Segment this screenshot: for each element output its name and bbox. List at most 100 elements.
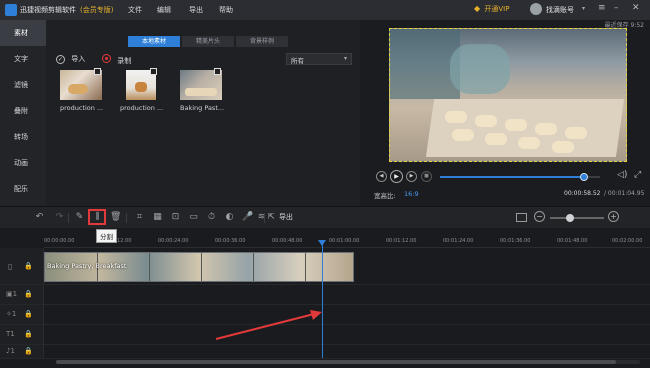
overlay-track-header: ▣1 🔒 (0, 285, 44, 304)
media-filter-select[interactable]: 所有 ▾ (286, 53, 352, 65)
app-logo-icon (5, 4, 17, 16)
speed-icon[interactable]: ⏱ (206, 212, 217, 223)
filter-track-header: ✧1 🔒 (0, 305, 44, 324)
video-track-icon: ▯ (8, 262, 13, 271)
volume-icon[interactable]: ◁) (617, 170, 627, 180)
import-icon: ✓ (56, 55, 65, 64)
aspect-ratio-value[interactable]: 16:9 (404, 190, 419, 198)
preview-video[interactable] (389, 28, 627, 162)
app-title: 迅捷视频剪辑软件 (20, 6, 76, 14)
delete-icon[interactable]: 🗑 (110, 212, 121, 223)
time-current: 00:00:58.52 (564, 190, 601, 197)
menu-file[interactable]: 文件 (128, 5, 142, 15)
toolbar-divider (68, 213, 69, 223)
music-track-icon: ♪1 (6, 347, 15, 355)
tab-intros[interactable]: 精美片头 (182, 36, 234, 47)
record-label: 录制 (117, 57, 132, 65)
crop-icon[interactable]: ⌗ (134, 212, 145, 223)
overlay-track-icon: ▣1 (6, 290, 18, 298)
fit-timeline-icon[interactable] (516, 213, 527, 222)
sidebar-item-text[interactable]: 文字 (0, 46, 46, 72)
tab-backgrounds[interactable]: 背景样例 (236, 36, 288, 47)
audio-adjust-icon[interactable]: ≋ (256, 212, 267, 223)
timeline-ruler[interactable]: 00:00:00.00 00:00:12.00 00:00:24.00 00:0… (44, 228, 650, 248)
sidebar-item-animation[interactable]: 动画 (0, 150, 46, 176)
media-item-badge-icon (150, 68, 157, 75)
timeline-zoom-handle[interactable] (566, 214, 574, 222)
vip-label: 开通VIP (484, 5, 510, 13)
color-icon[interactable]: ◐ (224, 212, 235, 223)
playhead-handle[interactable] (318, 240, 326, 246)
video-track: ▯ 🔒 Baking Pastry, Breakfast (0, 248, 650, 285)
stop-button[interactable]: ■ (421, 171, 432, 182)
time-total: / 00:01:04.95 (604, 190, 645, 197)
menu-export[interactable]: 导出 (189, 5, 203, 15)
zoom-in-icon[interactable]: + (608, 211, 619, 222)
lock-icon[interactable]: 🔒 (24, 310, 33, 318)
video-clip[interactable]: Baking Pastry, Breakfast (44, 252, 354, 282)
play-button[interactable]: ▶ (390, 170, 403, 183)
playback-progress-track[interactable] (440, 173, 600, 181)
record-button[interactable]: 录制 (102, 54, 131, 65)
fullscreen-icon[interactable]: ⤢ (634, 170, 641, 180)
prev-frame-button[interactable]: ◀ (376, 171, 387, 182)
settings-icon[interactable]: ≡ (598, 3, 606, 13)
menu-edit[interactable]: 编辑 (157, 5, 171, 15)
redo-icon[interactable]: ↷ (54, 212, 65, 223)
zoom-out-icon[interactable]: − (534, 211, 545, 222)
filter-track-icon: ✧1 (6, 310, 17, 318)
timeline-scrollbar[interactable] (56, 360, 640, 364)
undo-icon[interactable]: ↶ (34, 212, 45, 223)
microphone-icon[interactable]: 🎤 (242, 212, 253, 223)
minimize-icon[interactable]: – (614, 3, 619, 13)
toolbar-divider (264, 213, 265, 223)
sidebar-item-material[interactable]: 素材 (0, 20, 46, 46)
account-label[interactable]: 找滴账号 (546, 5, 574, 15)
timeline-scrollbar-thumb[interactable] (56, 360, 616, 364)
close-icon[interactable]: ✕ (632, 3, 640, 13)
sidebar-item-music[interactable]: 配乐 (0, 176, 46, 202)
vip-button[interactable]: ◆ 开通VIP (474, 4, 509, 16)
edit-icon[interactable]: ✎ (74, 212, 85, 223)
zoom-icon[interactable]: ⊡ (170, 212, 181, 223)
vip-icon: ◆ (474, 4, 481, 13)
music-track: ♪1 🔒 (0, 345, 650, 359)
overlay-track: ▣1 🔒 (0, 285, 650, 305)
toolbar-divider (126, 213, 127, 223)
timeline-zoom-slider[interactable] (550, 214, 604, 222)
media-item-label: production ... (120, 104, 164, 112)
export-button[interactable]: ⇱ 导出 (268, 212, 293, 223)
ruler-label: 00:01:24.00 (443, 238, 474, 244)
media-item-label: Baking Past... (180, 104, 225, 112)
menu-help[interactable]: 帮助 (219, 5, 233, 15)
sidebar-item-transition[interactable]: 转场 (0, 124, 46, 150)
media-filter-value: 所有 (291, 57, 304, 65)
import-label: 导入 (71, 55, 86, 63)
clip-frame-divider (253, 253, 254, 281)
media-panel: 本地素材 精美片头 背景样例 ✓ 导入 录制 所有 ▾ production .… (46, 20, 360, 206)
lock-icon[interactable]: 🔒 (24, 262, 33, 270)
text-track-header: T1 🔒 (0, 325, 44, 344)
sidebar-item-filter[interactable]: 滤镜 (0, 72, 46, 98)
lock-icon[interactable]: 🔒 (24, 330, 33, 338)
account-dropdown-icon[interactable]: ▾ (582, 5, 585, 12)
mosaic-icon[interactable]: ▦ (152, 212, 163, 223)
freeze-frame-icon[interactable]: ▭ (188, 212, 199, 223)
next-frame-button[interactable]: ▶ (406, 171, 417, 182)
text-track-icon: T1 (6, 330, 15, 338)
import-button[interactable]: ✓ 导入 (56, 54, 85, 65)
ruler-label: 00:01:00.00 (329, 238, 360, 244)
split-tooltip: 分割 (96, 229, 117, 243)
lock-icon[interactable]: 🔒 (24, 347, 33, 355)
lock-icon[interactable]: 🔒 (24, 290, 33, 298)
export-icon: ⇱ (268, 212, 275, 221)
ruler-label: 00:01:48.00 (557, 238, 588, 244)
ruler-label: 00:00:36.00 (215, 238, 246, 244)
playback-progress-handle[interactable] (580, 173, 588, 181)
sidebar: 素材 文字 滤镜 叠附 转场 动画 配乐 (0, 20, 46, 206)
sidebar-item-overlay[interactable]: 叠附 (0, 98, 46, 124)
avatar[interactable] (530, 3, 542, 15)
tab-local-media[interactable]: 本地素材 (128, 36, 180, 47)
clip-frame-divider (305, 253, 306, 281)
playback-progress-fill (440, 176, 584, 178)
